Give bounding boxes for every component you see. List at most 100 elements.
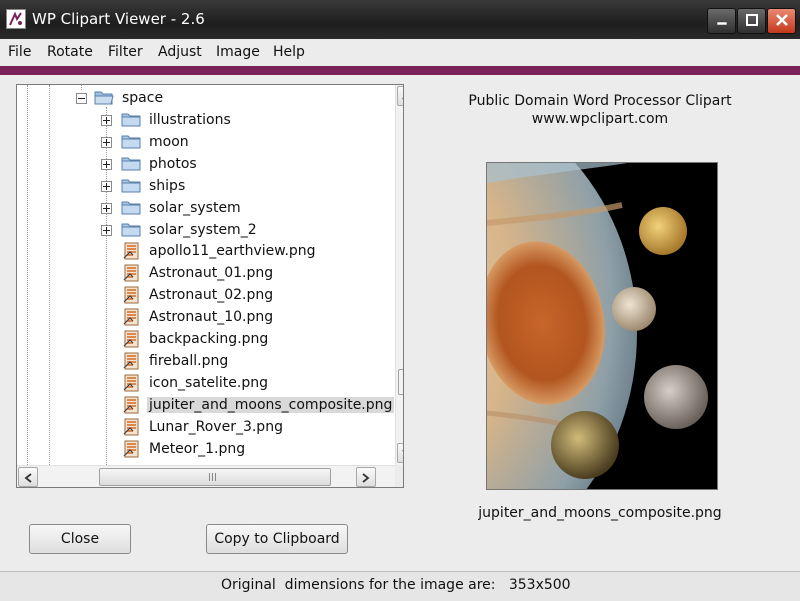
tree-row-folder[interactable]: photos — [17, 154, 393, 176]
chevron-up-icon — [402, 97, 403, 99]
tree-label: solar_system — [149, 199, 241, 216]
tree-row-file[interactable]: Astronaut_02.png — [17, 285, 393, 307]
image-dimensions-status: Original dimensions for the image are: 3… — [221, 577, 571, 593]
tree-label: Lunar_Rover_3.png — [149, 418, 283, 435]
expand-toggle[interactable] — [101, 136, 112, 148]
menu-filter[interactable]: Filter — [108, 44, 143, 60]
menu-image[interactable]: Image — [216, 44, 260, 60]
scroll-left-button[interactable] — [18, 467, 38, 487]
tree-row-folder[interactable]: solar_system_2 — [17, 220, 393, 242]
scroll-thumb-vertical[interactable] — [398, 369, 403, 395]
expand-toggle[interactable] — [101, 202, 112, 214]
tree-row-folder[interactable]: moon — [17, 132, 393, 154]
expand-toggle[interactable] — [101, 115, 112, 126]
accent-bar — [0, 66, 800, 75]
status-bar: Original dimensions for the image are: 3… — [0, 571, 800, 601]
tree-label: space — [122, 90, 164, 106]
window-title: WP Clipart Viewer - 2.6 — [32, 10, 205, 28]
image-file-icon — [123, 374, 139, 392]
app-window: WP Clipart Viewer - 2.6 File Rotate Filt… — [0, 0, 800, 601]
image-file-icon — [123, 242, 139, 260]
preview-website: www.wpclipart.com — [531, 111, 669, 127]
image-file-icon — [123, 352, 139, 370]
tree-row-file[interactable]: Astronaut_01.png — [17, 263, 393, 285]
expand-toggle[interactable] — [101, 158, 112, 170]
folder-icon — [121, 179, 141, 193]
image-file-icon — [123, 418, 139, 436]
folder-icon — [121, 157, 141, 171]
tree-label: solar_system_2 — [149, 221, 257, 238]
tree-label: ships — [149, 177, 186, 194]
collapse-toggle[interactable] — [76, 93, 87, 104]
vertical-scrollbar[interactable] — [395, 85, 403, 465]
copy-to-clipboard-button[interactable]: Copy to Clipboard — [206, 524, 348, 554]
tree-label: fireball.png — [149, 352, 229, 369]
tree-label: illustrations — [149, 112, 231, 128]
preview-title: Public Domain Word Processor Clipart — [468, 93, 732, 109]
scroll-up-button[interactable] — [397, 86, 403, 106]
image-preview — [486, 162, 718, 490]
tree-label: Astronaut_02.png — [149, 287, 274, 304]
chevron-right-icon — [362, 473, 370, 483]
tree-row-folder[interactable]: solar_system — [17, 198, 393, 220]
grip-line — [215, 473, 216, 481]
tree-row-file[interactable]: Meteor_1.png — [17, 439, 393, 461]
preview-filename: jupiter_and_moons_composite.png — [478, 505, 722, 521]
tree-row-file[interactable]: Astronaut_10.png — [17, 307, 393, 329]
minimize-button[interactable] — [707, 8, 736, 34]
tree-label: moon — [149, 133, 189, 150]
title-bar[interactable]: WP Clipart Viewer - 2.6 — [0, 0, 800, 39]
chevron-left-icon — [24, 473, 32, 483]
image-file-icon — [123, 330, 139, 348]
tree-label: jupiter_and_moons_composite.png — [147, 396, 395, 413]
tree-label: Meteor_1.png — [149, 440, 246, 457]
tree-label: Astronaut_10.png — [149, 309, 274, 326]
tree-label: backpacking.png — [149, 331, 269, 347]
horizontal-scrollbar[interactable] — [17, 465, 395, 487]
tree-row-folder[interactable]: ships — [17, 176, 393, 198]
folder-icon — [121, 201, 141, 215]
tree-row-file[interactable]: apollo11_earthview.png — [17, 241, 393, 263]
menu-bar: File Rotate Filter Adjust Image Help — [0, 39, 800, 66]
tree-row-file[interactable]: fireball.png — [17, 351, 393, 373]
folder-icon — [121, 223, 141, 236]
chevron-down-icon — [402, 450, 403, 452]
tree-row-file[interactable]: Lunar_Rover_3.png — [17, 417, 393, 439]
file-tree[interactable]: space illustrations moon photos ships solar_… — [16, 84, 404, 488]
image-file-icon — [123, 396, 139, 414]
folder-open-icon — [94, 91, 114, 105]
grip-line — [209, 473, 210, 481]
tree-row-file-selected[interactable]: jupiter_and_moons_composite.png — [17, 395, 395, 417]
scroll-thumb-horizontal[interactable] — [99, 468, 331, 486]
app-icon — [6, 9, 26, 29]
preview-header: Public Domain Word Processor Clipart www… — [420, 92, 780, 128]
tree-label: photos — [149, 155, 197, 172]
folder-icon — [121, 113, 141, 127]
close-window-button[interactable] — [767, 8, 796, 34]
expand-toggle[interactable] — [101, 224, 112, 236]
tree-label: Astronaut_01.png — [149, 265, 274, 282]
menu-adjust[interactable]: Adjust — [158, 44, 202, 60]
expand-toggle[interactable] — [101, 180, 112, 192]
image-file-icon — [123, 308, 139, 326]
scroll-down-button[interactable] — [397, 443, 403, 463]
image-file-icon — [123, 440, 139, 457]
tree-row-folder[interactable]: illustrations — [17, 110, 393, 132]
image-file-icon — [123, 264, 139, 282]
maximize-button[interactable] — [737, 8, 766, 34]
menu-file[interactable]: File — [8, 44, 31, 60]
image-file-icon — [123, 286, 139, 304]
tree-row-space-folder[interactable]: space — [17, 88, 393, 110]
jupiter-moons-image — [487, 163, 717, 489]
grip-line — [212, 473, 213, 481]
menu-rotate[interactable]: Rotate — [47, 44, 93, 60]
scroll-right-button[interactable] — [356, 467, 376, 487]
menu-help[interactable]: Help — [273, 44, 305, 60]
tree-label: apollo11_earthview.png — [149, 243, 316, 260]
tree-row-file[interactable]: backpacking.png — [17, 329, 393, 351]
scrollbar-corner — [395, 465, 403, 487]
tree-row-file[interactable]: icon_satelite.png — [17, 373, 393, 395]
close-button[interactable]: Close — [29, 524, 131, 554]
tree-label: icon_satelite.png — [149, 374, 268, 391]
folder-icon — [121, 135, 141, 149]
